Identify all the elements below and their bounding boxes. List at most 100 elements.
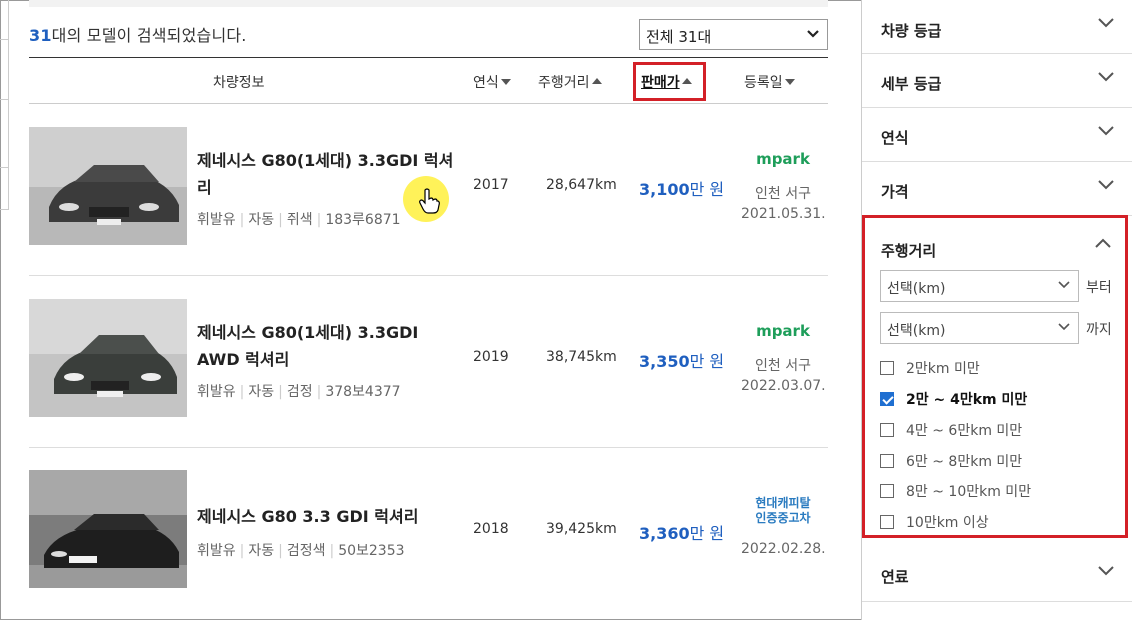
checkbox[interactable] bbox=[880, 515, 894, 529]
car-plate: 183루6871 bbox=[325, 212, 401, 228]
chevron-down-icon bbox=[1098, 566, 1114, 576]
col-header-mileage[interactable]: 주행거리 bbox=[538, 72, 602, 92]
filter-select[interactable]: 전체 31대 bbox=[639, 19, 828, 50]
car-photo[interactable] bbox=[29, 299, 187, 417]
col-header-registered-label: 등록일 bbox=[744, 75, 783, 91]
col-header-price[interactable]: 판매가 bbox=[641, 72, 692, 92]
car-plate: 50보2353 bbox=[338, 543, 405, 559]
col-header-info-label: 차량정보 bbox=[213, 75, 265, 91]
col-header-year[interactable]: 연식 bbox=[473, 72, 511, 92]
table-header: 차량정보 연식 주행거리 판매가 등록일 bbox=[29, 57, 828, 104]
car-name-link[interactable]: 제네시스 G80 3.3 GDI 럭셔리 bbox=[197, 503, 457, 530]
mileage-option-label: 8만 ~ 10만km 미만 bbox=[906, 484, 1032, 500]
car-meta: 휘발유 | 자동 | 검정 | 378보4377 bbox=[197, 384, 401, 400]
mileage-option-label: 2만km 미만 bbox=[906, 361, 980, 377]
sort-desc-icon bbox=[784, 79, 795, 85]
dealer-logo-mpark: mpark bbox=[756, 322, 810, 340]
mileage-to-value: 선택(km) bbox=[887, 323, 946, 339]
chevron-down-icon bbox=[1098, 126, 1114, 136]
car-name-link[interactable]: 제네시스 G80(1세대) 3.3GDI AWD 럭셔리 bbox=[197, 319, 457, 373]
mileage-option-label: 4만 ~ 6만km 미만 bbox=[906, 423, 1023, 439]
filter-sub-grade[interactable]: 세부 등급 bbox=[862, 54, 1132, 108]
car-fuel: 휘발유 bbox=[197, 384, 236, 400]
car-plate: 378보4377 bbox=[325, 384, 401, 400]
chevron-down-icon bbox=[1058, 323, 1070, 331]
chevron-up-icon[interactable] bbox=[1095, 238, 1111, 248]
filter-fuel-label: 연료 bbox=[881, 568, 909, 586]
chevron-down-icon bbox=[1098, 180, 1114, 190]
filter-mileage-panel: 주행거리 선택(km) 부터 선택(km) 까지 2만km 미만 2만 ~ 4만… bbox=[862, 215, 1128, 538]
filter-select-value: 전체 31대 bbox=[646, 28, 712, 46]
filter-fuel[interactable]: 연료 bbox=[862, 548, 1132, 602]
mileage-option-label: 6만 ~ 8만km 미만 bbox=[906, 454, 1023, 470]
car-price-number: 3,100 bbox=[639, 180, 690, 199]
checkbox[interactable] bbox=[880, 454, 894, 468]
dealer-logo-hyundai-capital: 현대캐피탈 인증중고차 bbox=[747, 496, 819, 526]
mileage-option-label: 2만 ~ 4만km 미만 bbox=[906, 392, 1028, 408]
filter-grade-label: 차량 등급 bbox=[881, 22, 942, 40]
dealer-logo-line1: 현대캐피탈 bbox=[755, 496, 811, 510]
sort-asc-icon bbox=[591, 78, 602, 84]
mileage-from-select[interactable]: 선택(km) bbox=[880, 270, 1079, 302]
mileage-option[interactable]: 10만km 이상 bbox=[880, 512, 989, 532]
car-year: 2019 bbox=[473, 349, 509, 365]
filter-price[interactable]: 가격 bbox=[862, 162, 1132, 216]
col-header-registered[interactable]: 등록일 bbox=[744, 72, 795, 92]
result-count: 31 bbox=[29, 26, 52, 45]
checkbox[interactable] bbox=[880, 361, 894, 375]
car-photo-illustration bbox=[29, 470, 187, 588]
car-color: 검정색 bbox=[286, 543, 326, 559]
mileage-option[interactable]: 8만 ~ 10만km 미만 bbox=[880, 481, 1031, 501]
chevron-down-icon bbox=[1058, 281, 1070, 289]
filter-sidebar: 차량 등급 세부 등급 연식 가격 주행거리 선택(km) 부터 선택(km) … bbox=[861, 0, 1136, 620]
car-meta: 휘발유 | 자동 | 검정색 | 50보2353 bbox=[197, 543, 405, 559]
car-mileage: 38,745km bbox=[546, 349, 617, 365]
col-header-mileage-label: 주행거리 bbox=[538, 75, 590, 91]
mileage-from-suffix: 부터 bbox=[1086, 280, 1112, 296]
registered-date: 2022.03.07. bbox=[741, 378, 826, 394]
hand-pointer-icon bbox=[418, 188, 440, 219]
mileage-to-select[interactable]: 선택(km) bbox=[880, 312, 1079, 344]
mileage-option[interactable]: 4만 ~ 6만km 미만 bbox=[880, 420, 1022, 440]
table-row[interactable]: 제네시스 G80 3.3 GDI 럭셔리 휘발유 | 자동 | 검정색 | 50보2353 … bbox=[29, 448, 828, 620]
dealer-location: 인천 서구 bbox=[755, 186, 811, 202]
mileage-from-value: 선택(km) bbox=[887, 281, 946, 297]
sort-desc-icon bbox=[500, 79, 511, 85]
checkbox-checked[interactable] bbox=[880, 392, 894, 406]
car-price-unit: 만 원 bbox=[689, 352, 725, 371]
car-price-number: 3,350 bbox=[639, 352, 690, 371]
result-count-text: 31대의 모델이 검색되었습니다. bbox=[29, 22, 247, 46]
checkbox[interactable] bbox=[880, 423, 894, 437]
sort-asc-icon bbox=[681, 78, 692, 84]
car-fuel: 휘발유 bbox=[197, 543, 236, 559]
filter-mileage-label[interactable]: 주행거리 bbox=[881, 240, 936, 261]
mileage-option-label: 10만km 이상 bbox=[906, 515, 989, 531]
left-edge-divider bbox=[8, 0, 9, 210]
left-edge-segment bbox=[0, 0, 8, 40]
filter-grade[interactable]: 차량 등급 bbox=[862, 0, 1132, 54]
car-photo[interactable] bbox=[29, 470, 187, 588]
car-photo[interactable] bbox=[29, 127, 187, 245]
car-meta: 휘발유 | 자동 | 쥐색 | 183루6871 bbox=[197, 212, 401, 228]
filter-year-label: 연식 bbox=[881, 129, 909, 147]
mileage-option[interactable]: 2만km 미만 bbox=[880, 358, 980, 378]
registered-date: 2022.02.28. bbox=[741, 541, 826, 557]
checkbox[interactable] bbox=[880, 484, 894, 498]
chevron-down-icon bbox=[807, 30, 819, 38]
car-price-number: 3,360 bbox=[639, 524, 690, 543]
car-price: 3,100만 원 bbox=[639, 176, 724, 200]
table-row[interactable]: 제네시스 G80(1세대) 3.3GDI AWD 럭셔리 휘발유 | 자동 | 검정 | 3… bbox=[29, 276, 828, 448]
filter-sub-grade-label: 세부 등급 bbox=[881, 75, 942, 93]
car-price-unit: 만 원 bbox=[689, 524, 725, 543]
filter-year[interactable]: 연식 bbox=[862, 108, 1132, 162]
mileage-option[interactable]: 6만 ~ 8만km 미만 bbox=[880, 451, 1022, 471]
mileage-to-suffix: 까지 bbox=[1086, 322, 1112, 338]
col-header-price-label: 판매가 bbox=[641, 75, 680, 91]
mileage-option[interactable]: 2만 ~ 4만km 미만 bbox=[880, 389, 1027, 409]
left-edge-segment bbox=[0, 168, 8, 210]
car-fuel: 휘발유 bbox=[197, 212, 236, 228]
car-color: 검정 bbox=[286, 384, 313, 400]
chevron-down-icon bbox=[1098, 18, 1114, 28]
dealer-logo-line2: 인증중고차 bbox=[755, 511, 811, 525]
left-edge-panel bbox=[0, 0, 10, 620]
